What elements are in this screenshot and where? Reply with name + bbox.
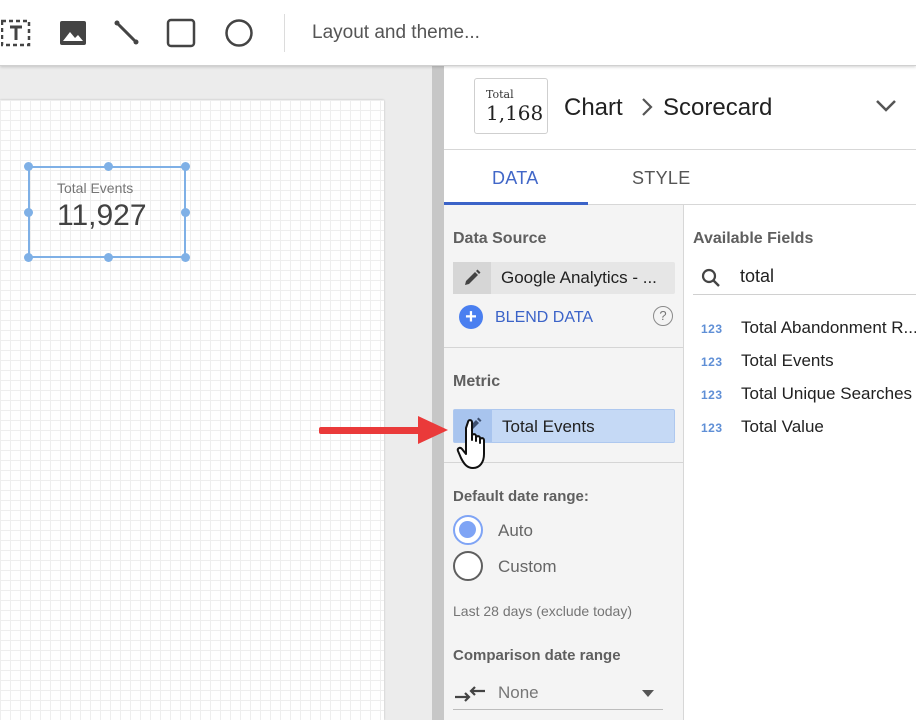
chevron-right-icon <box>640 96 654 123</box>
resize-handle[interactable] <box>104 162 113 171</box>
search-icon <box>701 268 721 293</box>
available-fields-label: Available Fields <box>693 230 814 247</box>
layout-and-theme-button[interactable]: Layout and theme... <box>312 22 480 44</box>
metric-label: Metric <box>453 373 501 390</box>
data-source-label: Data Source <box>453 230 547 247</box>
search-value: total <box>740 266 775 286</box>
section-divider <box>444 347 683 348</box>
radio-auto-label: Auto <box>498 521 533 540</box>
resize-handle[interactable] <box>24 162 33 171</box>
field-name: Total Value <box>741 417 824 436</box>
thumbnail-value: 1,168 <box>486 101 544 125</box>
comparison-date-range-label: Comparison date range <box>453 647 621 664</box>
breadcrumb-scorecard: Scorecard <box>663 94 773 121</box>
data-source-selector[interactable]: Google Analytics - ... <box>453 262 675 294</box>
resize-handle[interactable] <box>181 208 190 217</box>
toolbar: Layout and theme... <box>0 0 916 66</box>
scorecard-label: Total Events <box>57 180 134 196</box>
rectangle-icon[interactable] <box>165 16 197 50</box>
radio-custom-label: Custom <box>498 557 557 576</box>
annotation-arrow-head <box>418 416 448 444</box>
date-range-note: Last 28 days (exclude today) <box>453 603 632 619</box>
blend-data-label: BLEND DATA <box>495 309 594 326</box>
hand-cursor-icon <box>456 418 494 479</box>
field-search-input[interactable]: total <box>693 260 916 295</box>
chevron-down-icon[interactable] <box>874 96 898 121</box>
radio-custom[interactable] <box>453 551 483 581</box>
dropdown-arrow-icon <box>642 690 654 697</box>
date-range-label: Default date range: <box>453 488 589 505</box>
field-item[interactable]: 123 Total Unique Searches <box>701 383 916 407</box>
pencil-icon[interactable] <box>453 262 491 294</box>
resize-handle[interactable] <box>24 208 33 217</box>
field-name: Total Events <box>741 351 834 370</box>
resize-handle[interactable] <box>24 253 33 262</box>
text-icon[interactable] <box>0 16 32 50</box>
line-icon[interactable] <box>110 16 142 50</box>
scorecard-value: 11,927 <box>57 199 147 232</box>
tab-style[interactable]: STYLE <box>632 168 691 189</box>
tab-bar: DATA STYLE <box>444 150 916 205</box>
breadcrumb-chart: Chart <box>564 94 623 121</box>
scorecard-widget[interactable]: Total Events 11,927 <box>24 162 190 262</box>
annotation-arrow <box>319 427 423 434</box>
thumbnail-label: Total <box>486 88 514 101</box>
metric-name: Total Events <box>502 417 595 436</box>
available-fields-column: Available Fields total 123 Total Abandon… <box>684 205 916 720</box>
field-item[interactable]: 123 Total Abandonment R... <box>701 317 916 341</box>
radio-auto[interactable] <box>453 515 483 545</box>
comparison-date-range-select[interactable]: None <box>453 678 663 710</box>
circle-icon[interactable] <box>223 16 255 50</box>
resize-handle[interactable] <box>104 253 113 262</box>
properties-panel: Total 1,168 Chart Scorecard DATA STYLE D… <box>444 66 916 720</box>
number-type-icon: 123 <box>701 421 723 435</box>
add-circle-icon: + <box>459 305 483 329</box>
number-type-icon: 123 <box>701 322 723 336</box>
field-item[interactable]: 123 Total Value <box>701 416 916 440</box>
help-icon[interactable]: ? <box>653 306 673 326</box>
field-name: Total Abandonment R... <box>741 318 916 337</box>
tab-data[interactable]: DATA <box>492 168 539 189</box>
field-item[interactable]: 123 Total Events <box>701 350 916 374</box>
number-type-icon: 123 <box>701 355 723 369</box>
field-name: Total Unique Searches <box>741 384 913 403</box>
image-icon[interactable] <box>57 16 89 50</box>
resize-handle[interactable] <box>181 253 190 262</box>
panel-header: Total 1,168 Chart Scorecard <box>444 66 916 150</box>
chart-type-thumbnail[interactable]: Total 1,168 <box>474 78 548 134</box>
panel-separator <box>432 66 444 720</box>
compare-arrows-icon <box>453 682 487 711</box>
comparison-value: None <box>498 683 539 702</box>
data-source-name: Google Analytics - ... <box>501 268 657 287</box>
resize-handle[interactable] <box>181 162 190 171</box>
number-type-icon: 123 <box>701 388 723 402</box>
toolbar-divider <box>284 14 285 52</box>
